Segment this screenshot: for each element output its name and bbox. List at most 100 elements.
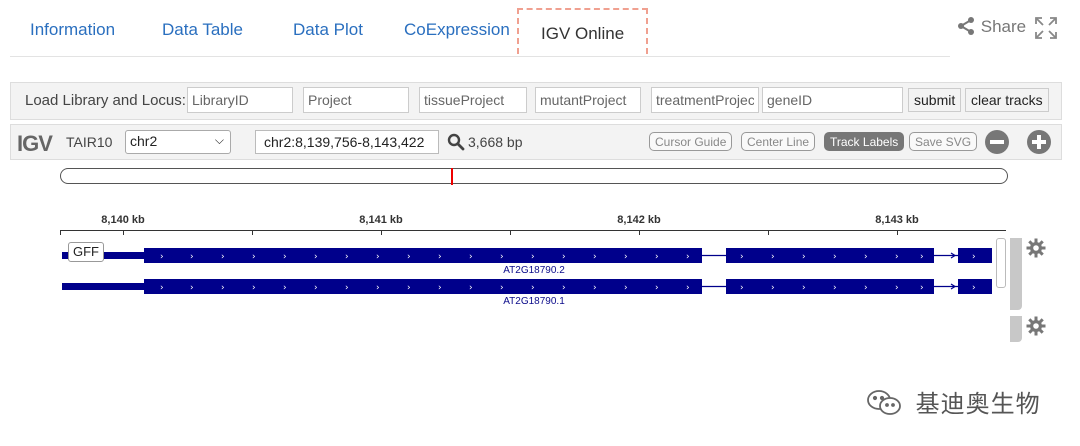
svg-text:›: › (160, 283, 164, 293)
svg-text:›: › (314, 252, 318, 262)
ruler-tick (60, 230, 61, 235)
center-line-button[interactable]: Center Line (741, 132, 816, 151)
ruler-tick (639, 230, 640, 235)
zoom-in-icon[interactable] (1027, 130, 1051, 154)
svg-text:›: › (345, 283, 349, 293)
svg-text:›: › (283, 283, 287, 293)
project-input[interactable] (303, 87, 409, 113)
gene-id-input[interactable] (762, 87, 903, 113)
svg-text:›: › (376, 252, 380, 262)
tissue-project-input[interactable] (419, 87, 527, 113)
ruler-label: 8,143 kb (875, 214, 919, 226)
locus-input[interactable]: chr2:8,139,756-8,143,422 (255, 130, 439, 154)
share-button[interactable]: Share (956, 16, 1026, 37)
ruler-tick (381, 230, 382, 235)
treatment-project-input[interactable] (651, 87, 759, 113)
svg-text:›: › (771, 252, 775, 262)
chromosome-ideogram[interactable] (60, 168, 1008, 184)
svg-text:›: › (920, 252, 924, 262)
track-scrollbar[interactable] (996, 238, 1006, 288)
ruler-label: 8,142 kb (617, 214, 661, 226)
svg-text:›: › (469, 252, 473, 262)
library-id-input[interactable] (187, 87, 293, 113)
genome-label[interactable]: TAIR10 (66, 134, 112, 150)
track-name-label: GFF (68, 242, 104, 262)
share-icon (956, 17, 981, 36)
tab-coexpression[interactable]: CoExpression (404, 20, 510, 40)
svg-text:›: › (771, 283, 775, 293)
svg-text:›: › (562, 252, 566, 262)
svg-text:›: › (740, 252, 744, 262)
mutant-project-input[interactable] (535, 87, 641, 113)
svg-text:›: › (864, 252, 868, 262)
chevron-down-icon: ⌵ (214, 133, 224, 147)
gear-icon[interactable] (1026, 316, 1046, 341)
track-drag-handle[interactable] (1010, 238, 1022, 310)
svg-text:›: › (376, 283, 380, 293)
svg-text:›: › (190, 252, 194, 262)
svg-text:›: › (221, 252, 225, 262)
igv-navbar: IGV TAIR10 chr2 ⌵ chr2:8,139,756-8,143,4… (10, 124, 1062, 160)
svg-text:›: › (895, 283, 899, 293)
svg-text:›: › (833, 283, 837, 293)
svg-text:›: › (802, 283, 806, 293)
fullscreen-icon[interactable] (1034, 16, 1058, 45)
svg-text:›: › (686, 283, 690, 293)
chromosome-select[interactable]: chr2 ⌵ (125, 130, 231, 154)
transcript-feature-1: › › › › › › › › › › › › › › › › › › › › › › › › › › (62, 248, 992, 263)
svg-text:›: › (438, 283, 442, 293)
svg-text:›: › (531, 252, 535, 262)
ruler-label: 8,141 kb (359, 214, 403, 226)
tab-bar: Information Data Table Data Plot CoExpre… (10, 0, 950, 57)
svg-text:›: › (345, 252, 349, 262)
gear-icon[interactable] (1026, 238, 1046, 263)
cursor-guide-button[interactable]: Cursor Guide (649, 132, 733, 151)
tab-data-table[interactable]: Data Table (162, 20, 243, 40)
svg-text:›: › (469, 283, 473, 293)
svg-text:›: › (531, 283, 535, 293)
ruler-tick (123, 230, 124, 235)
svg-text:›: › (221, 283, 225, 293)
svg-text:›: › (972, 283, 976, 293)
window-size-label: 3,668 bp (468, 134, 523, 150)
submit-button[interactable]: submit (908, 88, 962, 112)
search-icon[interactable] (447, 133, 465, 156)
svg-text:›: › (624, 283, 628, 293)
watermark-text: 基迪奥生物 (915, 391, 1041, 418)
svg-text:›: › (500, 283, 504, 293)
tab-data-plot[interactable]: Data Plot (293, 20, 363, 40)
svg-text:›: › (407, 252, 411, 262)
ruler-tick (510, 230, 511, 235)
clear-tracks-button[interactable]: clear tracks (965, 88, 1049, 112)
svg-text:›: › (864, 283, 868, 293)
tab-information[interactable]: Information (30, 20, 115, 40)
svg-text:›: › (160, 252, 164, 262)
ruler-line (60, 230, 1006, 231)
load-library-label: Load Library and Locus: (25, 92, 186, 109)
track-drag-handle[interactable] (1010, 316, 1022, 342)
svg-text:›: › (972, 252, 976, 262)
ruler-tick (768, 230, 769, 235)
ruler-tick (252, 230, 253, 235)
share-label: Share (980, 17, 1027, 36)
svg-text:›: › (624, 252, 628, 262)
ruler-tick (897, 230, 898, 235)
save-svg-button[interactable]: Save SVG (909, 132, 978, 151)
svg-text:›: › (833, 252, 837, 262)
tab-igv-online[interactable]: IGV Online (517, 8, 649, 54)
load-library-bar: Load Library and Locus: submit clear tra… (10, 82, 1062, 120)
gff-track[interactable]: GFF › › › › › › › › › › › › › › › › › › › › › › › › › › (60, 238, 1010, 308)
svg-text:›: › (438, 252, 442, 262)
svg-text:›: › (314, 283, 318, 293)
track-labels-button[interactable]: Track Labels (824, 132, 905, 151)
ruler-track: 8,140 kb 8,141 kb 8,142 kb 8,143 kb (60, 214, 1008, 235)
zoom-out-icon[interactable] (985, 130, 1009, 154)
transcript-label-1: AT2G18790.2 (503, 265, 565, 276)
igv-logo: IGV (17, 131, 53, 156)
svg-text:›: › (562, 283, 566, 293)
wechat-icon (866, 390, 916, 418)
svg-text:›: › (895, 252, 899, 262)
svg-text:›: › (920, 283, 924, 293)
svg-text:›: › (686, 252, 690, 262)
svg-text:›: › (252, 252, 256, 262)
